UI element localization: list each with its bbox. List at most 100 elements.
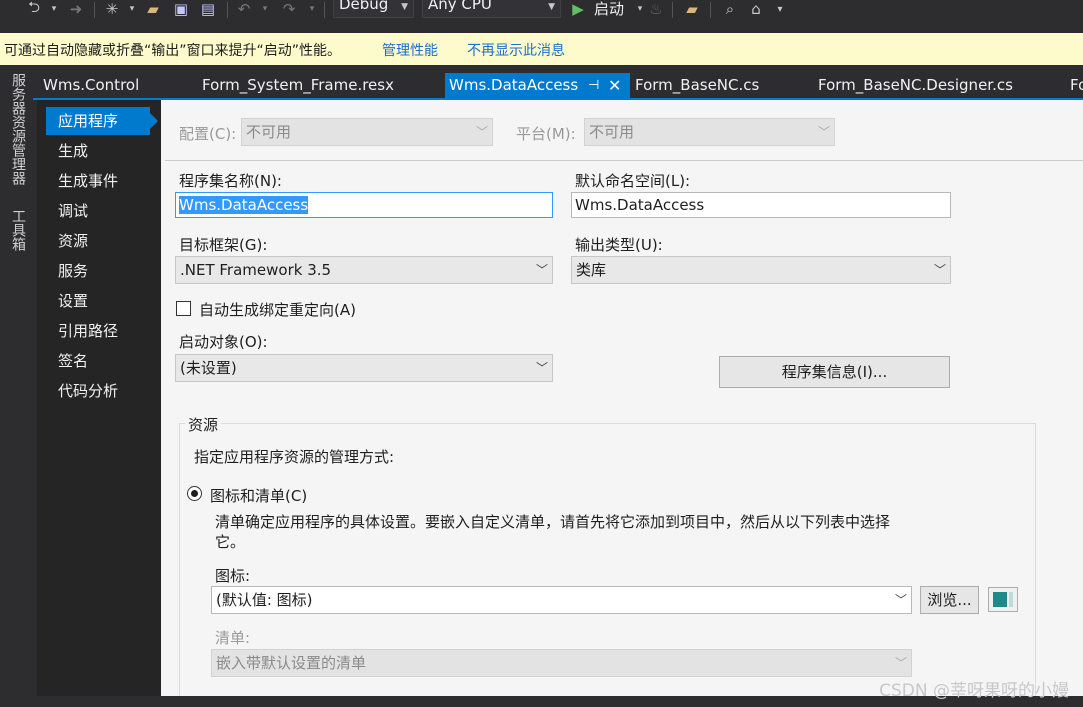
chevron-down-icon: ﹀ bbox=[535, 361, 548, 375]
nav-item-application[interactable]: 应用程序 bbox=[46, 107, 158, 135]
doc-tab-active[interactable]: Wms.DataAccess ⊣ ✕ bbox=[445, 73, 630, 98]
application-icon-shade bbox=[1009, 592, 1013, 607]
forward-icon[interactable]: ➜ bbox=[66, 0, 86, 18]
startup-object-value: (未设置) bbox=[180, 359, 237, 377]
browse-button[interactable]: 浏览... bbox=[920, 586, 979, 614]
icon-combo-value: (默认值: 图标) bbox=[216, 591, 313, 609]
new-project-icon[interactable]: ✳ bbox=[102, 0, 122, 18]
assembly-info-button[interactable]: 程序集信息(I)... bbox=[719, 356, 950, 388]
close-icon[interactable]: ✕ bbox=[608, 73, 621, 98]
assembly-name-label: 程序集名称(N): bbox=[179, 172, 282, 190]
config-value: Debug bbox=[339, 0, 389, 13]
auto-binding-checkbox[interactable] bbox=[176, 301, 191, 316]
start-button[interactable]: 启动 bbox=[594, 0, 624, 19]
output-type-label: 输出类型(U): bbox=[575, 236, 663, 254]
config-dropdown[interactable]: Debug ▼ bbox=[333, 0, 414, 18]
new-dropdown-icon[interactable]: ▾ bbox=[122, 0, 142, 18]
nav-item-services[interactable]: 服务 bbox=[46, 257, 150, 285]
icon-manifest-radio[interactable] bbox=[187, 486, 202, 501]
hot-reload-icon[interactable]: ♨ bbox=[646, 0, 666, 18]
side-tool-strip: 服务器资源管理器 工具箱 bbox=[0, 65, 33, 707]
nav-item-label: 生成 bbox=[58, 142, 89, 160]
doc-tab-label: Form_BaseNC.Designer.cs bbox=[818, 76, 1013, 94]
info-bar: 可通过自动隐藏或折叠“输出”窗口来提升“启动”性能。 管理性能 不再显示此消息 bbox=[0, 33, 1083, 65]
startup-object-label: 启动对象(O): bbox=[179, 333, 268, 351]
nav-item-label: 服务 bbox=[58, 262, 89, 280]
nav-item-code-analysis[interactable]: 代码分析 bbox=[46, 377, 150, 405]
icon-combo[interactable]: (默认值: 图标) ﹀ bbox=[211, 586, 912, 614]
redo-icon[interactable]: ↷ bbox=[279, 0, 299, 18]
doc-tab-label: Wms.Control bbox=[43, 76, 140, 94]
icon-preview bbox=[988, 587, 1018, 612]
toolbar-options-icon[interactable]: ▾ bbox=[770, 0, 790, 18]
server-explorer-tab[interactable]: 服务器资源管理器 bbox=[8, 73, 28, 185]
icon-manifest-radio-label: 图标和清单(C) bbox=[210, 487, 308, 505]
doc-tab-label: Wms.DataAccess bbox=[449, 76, 579, 94]
resources-instruction: 指定应用程序资源的管理方式: bbox=[194, 448, 395, 466]
watermark: CSDN @莘呀果呀的小嫚 bbox=[879, 681, 1069, 701]
doc-tab[interactable]: Form_System_Frame.resx bbox=[192, 73, 432, 98]
section-divider bbox=[165, 160, 1083, 161]
browser-icon[interactable]: ⌂ bbox=[746, 0, 766, 18]
search-icon[interactable]: ⌕ bbox=[720, 0, 740, 18]
play-icon[interactable]: ▶ bbox=[568, 0, 588, 18]
toolbox-tab[interactable]: 工具箱 bbox=[8, 209, 28, 251]
toolbar: ⮌ ▾ ➜ ✳ ▾ ▰ ▣ ▤ ↶ ▾ ↷ ▾ Debug ▼ Any CPU … bbox=[0, 0, 1083, 33]
default-namespace-label: 默认命名空间(L): bbox=[575, 172, 691, 190]
open-folder-icon[interactable]: ▰ bbox=[143, 0, 163, 18]
save-all-icon[interactable]: ▤ bbox=[198, 0, 218, 18]
doc-tab[interactable]: Form_BaseNC.cs bbox=[625, 73, 795, 98]
dont-show-again-link[interactable]: 不再显示此消息 bbox=[467, 40, 565, 60]
output-type-value: 类库 bbox=[576, 261, 607, 279]
target-framework-label: 目标框架(G): bbox=[179, 236, 268, 254]
manifest-description-line1: 清单确定应用程序的具体设置。要嵌入自定义清单，请首先将它添加到项目中，然后从以下… bbox=[215, 513, 891, 531]
back-icon[interactable]: ⮌ bbox=[24, 0, 44, 18]
auto-binding-label: 自动生成绑定重定向(A) bbox=[199, 301, 356, 319]
nav-item-label: 调试 bbox=[58, 202, 89, 220]
nav-item-label: 资源 bbox=[58, 232, 89, 250]
doc-tab-label: Form_BaseNC.cs bbox=[635, 76, 760, 94]
undo-icon[interactable]: ↶ bbox=[234, 0, 254, 18]
startup-object-combo[interactable]: (未设置) ﹀ bbox=[175, 354, 553, 382]
manifest-description-line2: 它。 bbox=[215, 533, 246, 551]
nav-item-settings[interactable]: 设置 bbox=[46, 287, 150, 315]
output-type-combo[interactable]: 类库 ﹀ bbox=[571, 256, 951, 284]
toolbar-separator bbox=[94, 2, 95, 18]
chevron-down-icon: ﹀ bbox=[933, 263, 946, 277]
platform-dropdown[interactable]: Any CPU ▼ bbox=[422, 0, 561, 18]
config-combo-value: 不可用 bbox=[246, 123, 292, 141]
redo-dropdown-icon[interactable]: ▾ bbox=[302, 0, 322, 18]
toolbar-separator bbox=[710, 2, 711, 18]
manifest-label: 清单: bbox=[215, 629, 251, 647]
manifest-combo-value: 嵌入带默认设置的清单 bbox=[216, 654, 367, 672]
chevron-down-icon: ﹀ bbox=[535, 263, 548, 277]
nav-item-signing[interactable]: 签名 bbox=[46, 347, 150, 375]
chevron-down-icon: ▼ bbox=[401, 2, 408, 12]
target-framework-combo[interactable]: .NET Framework 3.5 ﹀ bbox=[175, 256, 553, 284]
chevron-down-icon: ﹀ bbox=[817, 125, 830, 139]
back-dropdown-icon[interactable]: ▾ bbox=[44, 0, 64, 18]
doc-tab-label: Form_System_Frame.resx bbox=[202, 76, 394, 94]
toolbar-separator bbox=[227, 2, 228, 18]
undo-dropdown-icon[interactable]: ▾ bbox=[255, 0, 275, 18]
doc-tab[interactable]: Fo bbox=[1060, 73, 1083, 98]
nav-item-build[interactable]: 生成 bbox=[46, 137, 150, 165]
save-icon[interactable]: ▣ bbox=[171, 0, 191, 18]
nav-item-build-events[interactable]: 生成事件 bbox=[46, 167, 150, 195]
nav-item-reference-paths[interactable]: 引用路径 bbox=[46, 317, 150, 345]
doc-tab[interactable]: Form_BaseNC.Designer.cs bbox=[808, 73, 1058, 98]
pin-icon[interactable]: ⊣ bbox=[588, 73, 599, 98]
resources-group-title: 资源 bbox=[185, 414, 222, 435]
nav-item-label: 生成事件 bbox=[58, 172, 119, 190]
platform-value: Any CPU bbox=[428, 0, 492, 13]
doc-tab[interactable]: Wms.Control bbox=[33, 73, 183, 98]
config-label: 配置(C): bbox=[179, 125, 237, 143]
find-in-files-icon[interactable]: ▰ bbox=[682, 0, 702, 18]
chevron-down-icon: ▼ bbox=[548, 2, 555, 12]
assembly-name-input[interactable]: Wms.DataAccess bbox=[175, 192, 553, 218]
manage-performance-link[interactable]: 管理性能 bbox=[382, 40, 438, 60]
default-namespace-input[interactable]: Wms.DataAccess bbox=[571, 192, 951, 218]
nav-item-debug[interactable]: 调试 bbox=[46, 197, 150, 225]
platform-combo-value: 不可用 bbox=[589, 123, 635, 141]
nav-item-resources[interactable]: 资源 bbox=[46, 227, 150, 255]
